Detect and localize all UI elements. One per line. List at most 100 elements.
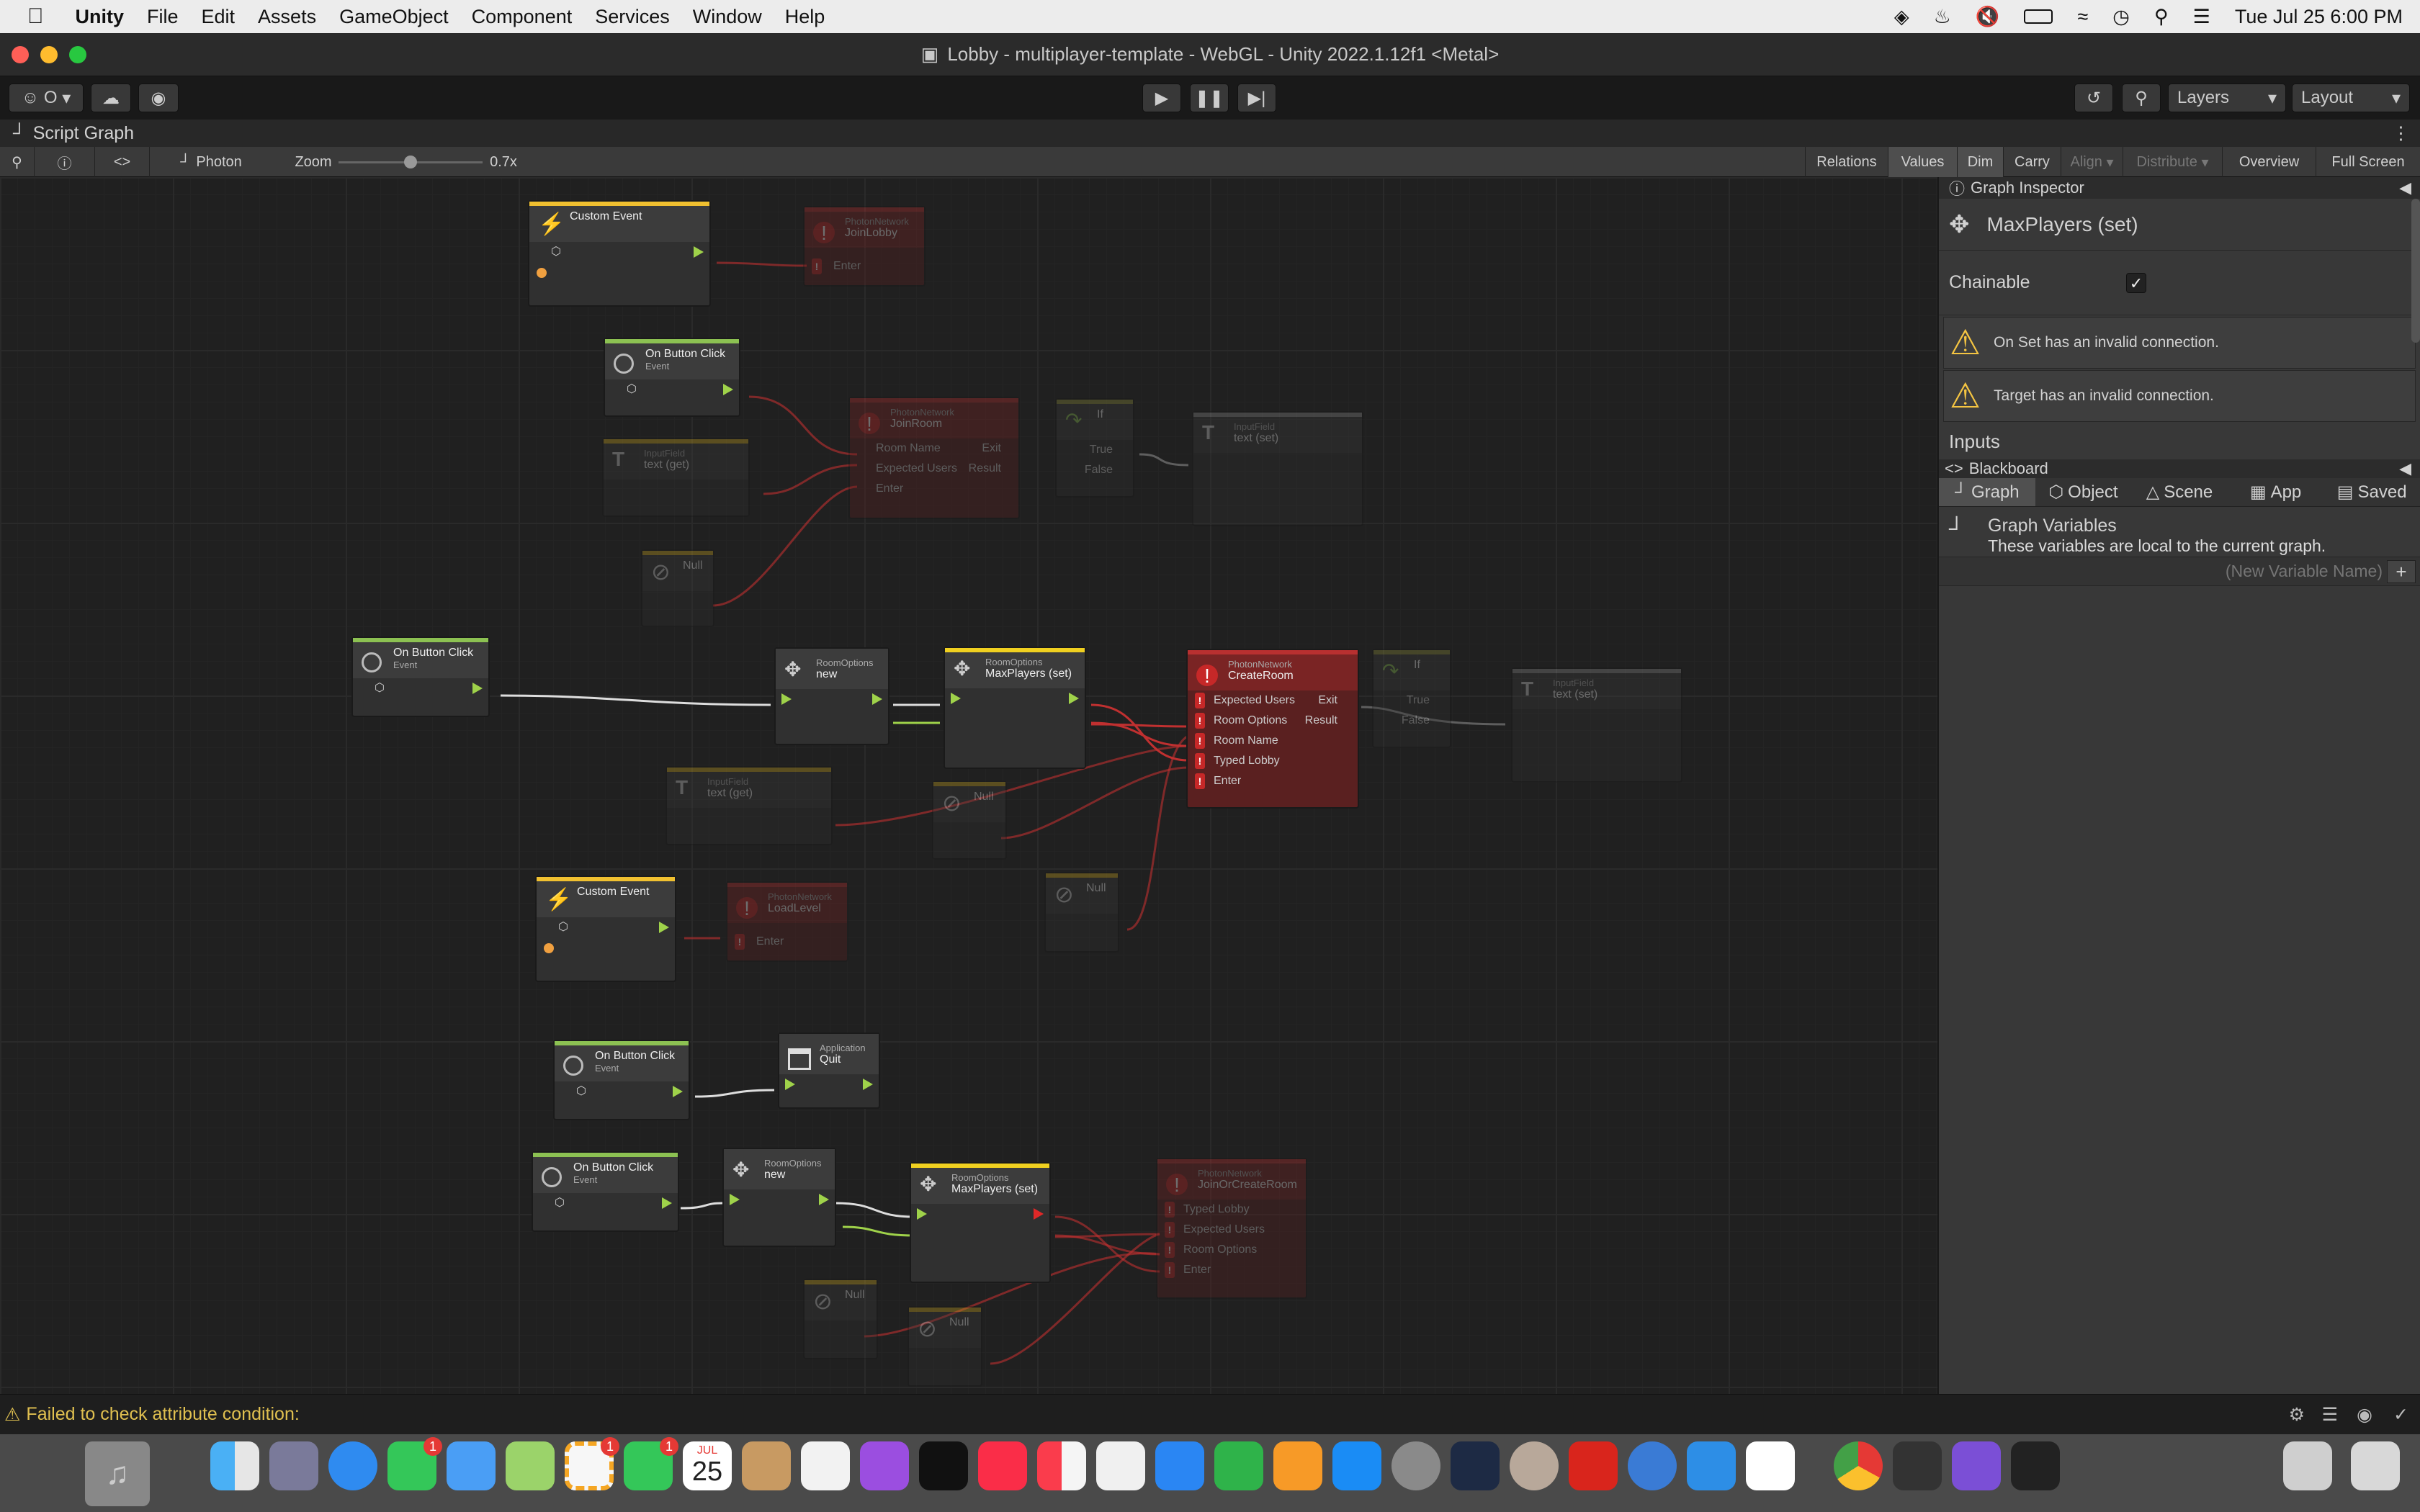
info-button[interactable]: ⓘ xyxy=(35,147,95,177)
if-node[interactable]: ↷ If True False xyxy=(1055,398,1134,498)
search-icon[interactable]: ⚲ xyxy=(2154,6,2169,28)
battery-icon[interactable] xyxy=(2024,9,2053,24)
tab-graph-variables[interactable]: ┘ Graph xyxy=(1939,478,2035,506)
on-button-click-node[interactable]: On Button Click Event ⬡ xyxy=(532,1151,679,1232)
stack-icon[interactable]: ☰ xyxy=(2322,1404,2338,1426)
clock[interactable]: Tue Jul 25 6:00 PM xyxy=(2235,6,2403,28)
menu-services[interactable]: Services xyxy=(595,6,670,28)
play-button[interactable]: ▶ xyxy=(1142,84,1181,112)
collab-button[interactable]: ◉ xyxy=(138,84,179,112)
dog-avatar-icon[interactable] xyxy=(1510,1441,1559,1490)
load-level-node[interactable]: ! PhotonNetwork LoadLevel ! Enter xyxy=(726,881,848,962)
carry-toggle[interactable]: Carry xyxy=(2004,147,2061,177)
trash-icon[interactable] xyxy=(2351,1441,2400,1490)
menu-file[interactable]: File xyxy=(147,6,179,28)
inputfield-get-text-node[interactable]: T InputField text (get) xyxy=(602,438,750,517)
tab-object-variables[interactable]: ⬡ Object xyxy=(2035,478,2132,506)
add-variable-button[interactable]: + xyxy=(2387,559,2416,583)
flow-out-port[interactable] xyxy=(662,1197,672,1209)
flow-out-port[interactable] xyxy=(723,384,733,395)
flow-out-port[interactable] xyxy=(472,683,483,694)
inputfield-get-text-node[interactable]: T InputField text (get) xyxy=(666,766,833,845)
visual-studio-icon[interactable] xyxy=(1952,1441,2001,1490)
photos-icon[interactable]: 1 xyxy=(565,1437,619,1490)
console-status-bar[interactable]: ⚠ Failed to check attribute condition: ⚙… xyxy=(0,1394,2420,1434)
photon-breadcrumb[interactable]: ┘ Photon xyxy=(150,147,272,177)
maxplayers-set-node[interactable]: ✥ RoomOptions MaxPlayers (set) xyxy=(944,647,1086,769)
on-button-click-node[interactable]: On Button Click Event ⬡ xyxy=(604,338,740,417)
folder-icon[interactable] xyxy=(1687,1441,1736,1490)
on-button-click-node[interactable]: On Button Click Event ⬡ xyxy=(553,1040,690,1120)
tab-saved-variables[interactable]: ▤ Saved xyxy=(2323,478,2420,506)
launchpad-icon[interactable] xyxy=(269,1441,318,1490)
flow-out-port[interactable] xyxy=(1069,693,1079,704)
custom-event-node[interactable]: ⚡ Custom Event ⬡ xyxy=(528,200,711,307)
create-room-node[interactable]: ! PhotonNetwork CreateRoom ! Expected Use… xyxy=(1186,649,1359,809)
inputfield-set-text-node[interactable]: T InputField text (set) xyxy=(1192,411,1363,526)
messages-icon[interactable]: 1 xyxy=(387,1437,442,1490)
tab-scene-variables[interactable]: △ Scene xyxy=(2131,478,2228,506)
mail-icon[interactable] xyxy=(447,1441,496,1490)
flow-out-port[interactable] xyxy=(872,693,882,705)
apple-tv-icon[interactable] xyxy=(919,1441,968,1490)
control-center-icon[interactable]: ☰ xyxy=(2193,6,2210,28)
numbers-icon[interactable] xyxy=(1214,1441,1263,1490)
zoom-window-button[interactable] xyxy=(69,46,86,63)
application-quit-node[interactable]: Application Quit xyxy=(778,1032,880,1109)
account-dropdown[interactable]: ☺ O ▾ xyxy=(9,84,84,112)
bug-icon[interactable]: ⚙ xyxy=(2289,1404,2305,1426)
align-dropdown[interactable]: Align ▾ xyxy=(2061,147,2123,177)
unity-hub-icon[interactable] xyxy=(1893,1441,1942,1490)
cloud-button[interactable]: ☁ xyxy=(91,84,131,112)
zoom-slider[interactable] xyxy=(339,156,483,168)
time-machine-icon[interactable]: ◷ xyxy=(2112,6,2130,28)
podcasts-icon[interactable] xyxy=(860,1441,909,1490)
apple-icon[interactable]:  xyxy=(27,4,44,29)
menu-help[interactable]: Help xyxy=(785,6,825,28)
distribute-dropdown[interactable]: Distribute ▾ xyxy=(2123,147,2223,177)
null-node[interactable]: ⊘ Null xyxy=(908,1306,982,1387)
close-window-button[interactable] xyxy=(12,46,29,63)
app-store-icon[interactable] xyxy=(1332,1441,1381,1490)
pages-icon[interactable] xyxy=(1273,1441,1322,1490)
flow-out-port[interactable] xyxy=(1034,1208,1044,1220)
menu-app[interactable]: Unity xyxy=(76,6,125,28)
layout-dropdown[interactable]: Layout ▾ xyxy=(2292,84,2410,112)
collapse-panel-icon[interactable]: ◀ xyxy=(2399,459,2411,478)
tab-app-variables[interactable]: ▦ App xyxy=(2228,478,2324,506)
flow-out-port[interactable] xyxy=(819,1194,829,1205)
graph-canvas[interactable]: ⚡ Custom Event ⬡ ! PhotonNetwork JoinLob… xyxy=(0,177,1937,1394)
flow-out-port[interactable] xyxy=(659,922,669,933)
more-menu-icon[interactable]: ⋮ xyxy=(2392,122,2410,144)
flow-out-port[interactable] xyxy=(673,1086,683,1097)
zoom-slider-thumb[interactable] xyxy=(404,156,417,168)
calendar-icon[interactable]: JUL 25 xyxy=(683,1441,732,1490)
dim-toggle[interactable]: Dim xyxy=(1958,147,2004,177)
reminders-icon[interactable] xyxy=(801,1441,850,1490)
relations-toggle[interactable]: Relations xyxy=(1805,147,1888,177)
null-node[interactable]: ⊘ Null xyxy=(803,1279,878,1359)
flow-out-port[interactable] xyxy=(863,1079,873,1090)
join-or-create-room-node[interactable]: ! PhotonNetwork JoinOrCreateRoom ! Typed … xyxy=(1156,1158,1307,1299)
mute-icon[interactable]: 🔇 xyxy=(1976,5,2000,28)
freeform-icon[interactable] xyxy=(1746,1441,1795,1490)
if-node[interactable]: ↷ If True False xyxy=(1372,649,1451,748)
roomoptions-new-node[interactable]: ✥ RoomOptions new xyxy=(722,1148,836,1247)
flame-icon[interactable]: ♨ xyxy=(1934,6,1951,28)
contacts-icon[interactable] xyxy=(742,1441,791,1490)
menu-gameobject[interactable]: GameObject xyxy=(339,6,449,28)
new-variable-name-input[interactable] xyxy=(2094,562,2383,581)
flow-in-port[interactable] xyxy=(781,693,792,705)
join-lobby-node[interactable]: ! PhotonNetwork JoinLobby ! Enter xyxy=(803,206,926,287)
wifi-icon[interactable]: ≈ xyxy=(2077,6,2088,28)
custom-event-node[interactable]: ⚡ Custom Event ⬡ xyxy=(535,876,676,982)
unity-icon[interactable] xyxy=(2011,1441,2060,1490)
variables-button[interactable]: <> xyxy=(95,147,150,177)
search-button[interactable]: ⚲ xyxy=(2122,84,2161,112)
check-circle-icon[interactable]: ✓ xyxy=(2393,1404,2408,1426)
textedit-icon[interactable] xyxy=(1096,1441,1145,1490)
null-node[interactable]: ⊘ Null xyxy=(932,780,1007,860)
globe-icon[interactable] xyxy=(1628,1441,1677,1490)
music-app-icon[interactable]: ♫ xyxy=(85,1441,150,1506)
flow-in-port[interactable] xyxy=(730,1194,740,1205)
